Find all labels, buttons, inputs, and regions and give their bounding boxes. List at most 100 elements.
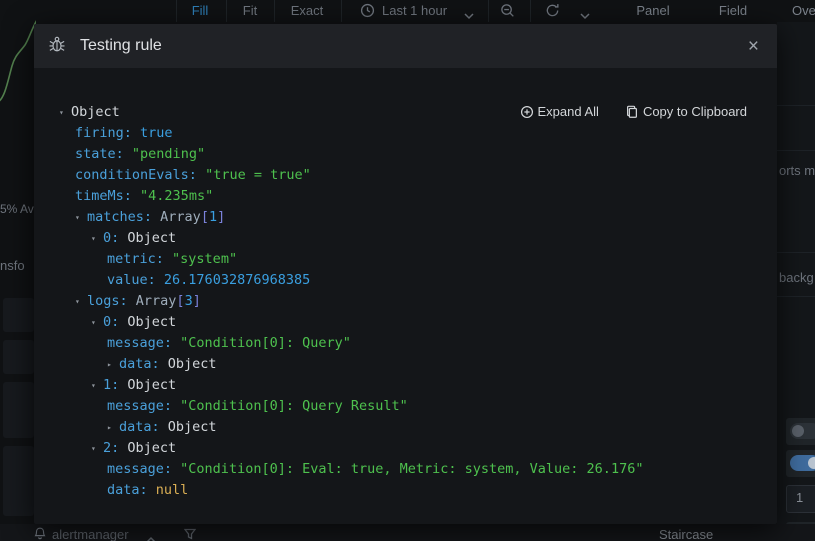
json-key: matches:: [87, 209, 152, 225]
collapse-triangle-icon[interactable]: ▾: [75, 207, 87, 228]
tab-overrides[interactable]: Overrides: [792, 0, 815, 22]
json-value: Array: [136, 293, 177, 309]
json-value: "Condition[0]: Query": [180, 335, 351, 351]
json-tree-row: message: "Condition[0]: Query": [34, 333, 777, 354]
json-tree-row[interactable]: ▾matches: Array[1]: [34, 207, 777, 228]
json-key: logs:: [87, 293, 128, 309]
alertmanager-label[interactable]: alertmanager: [52, 527, 129, 541]
collapse-triangle-icon[interactable]: ▾: [91, 312, 103, 333]
json-tree: ▾Objectfiring: truestate: "pending"condi…: [34, 68, 777, 501]
line-width-value: 1: [796, 490, 803, 505]
json-value: "system": [172, 251, 237, 267]
json-tree-row: state: "pending": [34, 144, 777, 165]
expand-all-label: Expand All: [538, 104, 599, 119]
json-key: data:: [107, 482, 148, 498]
json-value: Object: [71, 104, 120, 120]
json-tree-row: message: "Condition[0]: Query Result": [34, 396, 777, 417]
json-value: true: [140, 125, 173, 141]
json-tree-row: value: 26.176032876968385: [34, 270, 777, 291]
expand-triangle-icon[interactable]: ▸: [107, 354, 119, 375]
options-section-row: [3, 382, 34, 438]
json-key: data:: [119, 356, 160, 372]
json-key: value:: [107, 272, 156, 288]
json-value: 26.176032876968385: [164, 272, 310, 288]
toolbar-divider: [226, 0, 227, 22]
json-key: 0:: [103, 314, 119, 330]
tab-panel[interactable]: Panel: [631, 0, 675, 22]
testing-rule-modal: Testing rule × Expand All Copy: [34, 24, 777, 524]
sidebar-divider: [777, 252, 815, 253]
toolbar-divider: [530, 0, 531, 22]
collapse-triangle-icon[interactable]: ▾: [91, 228, 103, 249]
transform-tab-fragment: nsfo: [0, 258, 25, 273]
json-bracket: ]: [193, 293, 201, 309]
json-tree-row: conditionEvals: "true = true": [34, 165, 777, 186]
json-array-length: 3: [185, 293, 193, 309]
collapse-triangle-icon[interactable]: ▾: [91, 375, 103, 396]
json-value: "Condition[0]: Eval: true, Metric: syste…: [180, 461, 643, 477]
json-array-length: 1: [209, 209, 217, 225]
json-tree-row: message: "Condition[0]: Eval: true, Metr…: [34, 459, 777, 480]
json-key: message:: [107, 398, 172, 414]
clock-icon: [360, 3, 375, 23]
sidebar-divider: [777, 150, 815, 151]
json-key: message:: [107, 461, 172, 477]
collapse-triangle-icon[interactable]: ▾: [59, 102, 71, 123]
zoom-out-icon[interactable]: [500, 3, 515, 23]
json-tree-row: metric: "system": [34, 249, 777, 270]
json-tree-row[interactable]: ▾1: Object: [34, 375, 777, 396]
expand-all-button[interactable]: Expand All: [520, 104, 599, 119]
json-tree-row[interactable]: ▸data: Object: [34, 417, 777, 438]
json-bracket: ]: [217, 209, 225, 225]
json-value: "Condition[0]: Query Result": [180, 398, 408, 414]
toggle-switch-off[interactable]: [786, 418, 815, 445]
expand-triangle-icon[interactable]: ▸: [107, 417, 119, 438]
json-tree-row: firing: true: [34, 123, 777, 144]
tab-field[interactable]: Field: [711, 0, 755, 22]
json-key: 1:: [103, 377, 119, 393]
graph-legend-fragment: 5% Av: [0, 202, 34, 216]
collapse-triangle-icon[interactable]: ▾: [91, 438, 103, 459]
line-width-input[interactable]: 1: [786, 485, 815, 513]
json-key: 2:: [103, 440, 119, 456]
time-range-picker[interactable]: Last 1 hour: [382, 0, 462, 22]
options-section-row: [3, 298, 34, 332]
close-icon[interactable]: ×: [744, 35, 763, 58]
json-tree-row[interactable]: ▾2: Object: [34, 438, 777, 459]
json-key: metric:: [107, 251, 164, 267]
staircase-option-label: Staircase: [659, 527, 713, 541]
sidebar-divider: [777, 105, 815, 106]
json-key: firing:: [75, 125, 132, 141]
json-tree-row: data: null: [34, 480, 777, 501]
modal-body: Expand All Copy to Clipboard ▾Objectfiri…: [34, 68, 777, 524]
modal-title: Testing rule: [80, 37, 744, 55]
json-value: "true = true": [205, 167, 311, 183]
collapse-triangle-icon[interactable]: ▾: [75, 291, 87, 312]
json-value: "4.235ms": [140, 188, 213, 204]
chevron-down-icon[interactable]: [580, 7, 590, 25]
size-mode-exact-button[interactable]: Exact: [284, 0, 330, 22]
json-bracket: [: [201, 209, 209, 225]
size-mode-fit-button[interactable]: Fit: [234, 0, 266, 22]
copy-to-clipboard-button[interactable]: Copy to Clipboard: [625, 104, 747, 119]
size-mode-fill-button[interactable]: Fill: [184, 0, 216, 22]
refresh-icon[interactable]: [545, 3, 560, 23]
json-tree-row[interactable]: ▾0: Object: [34, 228, 777, 249]
json-value: Array: [160, 209, 201, 225]
json-tree-row[interactable]: ▸data: Object: [34, 354, 777, 375]
json-value: Object: [127, 440, 176, 456]
bug-icon: [48, 35, 66, 58]
chevron-up-icon[interactable]: [146, 530, 156, 541]
chevron-down-icon[interactable]: [464, 7, 474, 25]
toggle-switch-on[interactable]: [786, 450, 815, 477]
bell-icon: [33, 526, 47, 541]
modal-header: Testing rule ×: [34, 24, 777, 68]
timeseries-graph-line: [0, 0, 36, 110]
toolbar-divider: [176, 0, 177, 22]
filter-funnel-icon[interactable]: [184, 527, 196, 541]
json-key: 0:: [103, 230, 119, 246]
screen: Fill Fit Exact Last 1 hour Panel Field: [0, 0, 815, 541]
json-tree-row[interactable]: ▾logs: Array[3]: [34, 291, 777, 312]
json-key: state:: [75, 146, 124, 162]
json-tree-row[interactable]: ▾0: Object: [34, 312, 777, 333]
